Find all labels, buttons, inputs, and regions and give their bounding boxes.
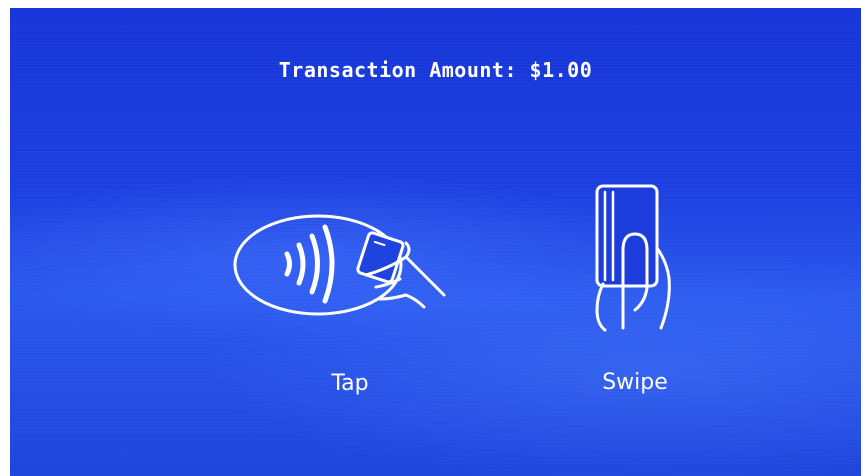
payment-screen: Transaction Amount: $1.00 Tap Swipe: [10, 8, 861, 476]
transaction-amount: Transaction Amount: $1.00: [278, 58, 593, 82]
tap-option[interactable]: Tap: [230, 203, 460, 403]
contactless-tap-icon: [230, 203, 460, 333]
swipe-label: Swipe: [602, 370, 668, 395]
terminal-frame: Transaction Amount: $1.00 Tap Swipe: [0, 0, 865, 476]
tap-label: Tap: [331, 371, 369, 396]
card-swipe-icon: [575, 178, 695, 363]
swipe-option[interactable]: Swipe: [575, 178, 695, 403]
